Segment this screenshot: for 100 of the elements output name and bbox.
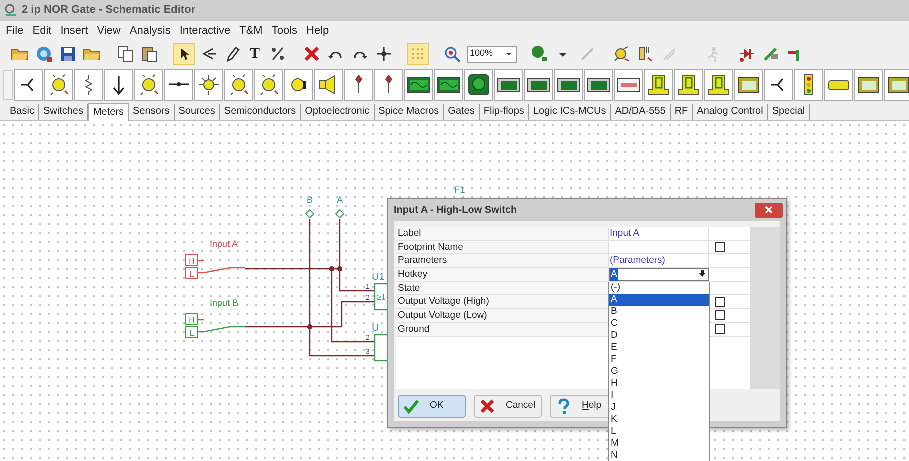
dropdown-arrow-icon[interactable]: [699, 270, 706, 278]
component-button[interactable]: [854, 68, 883, 100]
component-button[interactable]: [734, 68, 763, 100]
hotkey-field[interactable]: A: [609, 268, 709, 281]
cancel-button[interactable]: Cancel: [474, 395, 542, 418]
terminal-label: L: [190, 270, 194, 279]
component-tab[interactable]: Sensors: [129, 104, 175, 120]
component-button[interactable]: [824, 68, 853, 100]
component-button[interactable]: [194, 68, 223, 100]
menu-item[interactable]: Analysis: [130, 22, 171, 40]
component-button[interactable]: [134, 68, 163, 100]
probe-icon[interactable]: [530, 45, 548, 63]
connector-icon: [168, 82, 188, 87]
component-button[interactable]: [104, 68, 133, 100]
dropdown-option[interactable]: G: [609, 366, 709, 378]
component-tab[interactable]: Flip-flops: [480, 104, 530, 120]
dropdown-option[interactable]: F: [609, 354, 709, 366]
menu-item[interactable]: T&M: [240, 22, 263, 40]
component-button[interactable]: [614, 68, 643, 100]
component-button[interactable]: [344, 68, 373, 100]
checkbox[interactable]: [715, 310, 725, 320]
meter-icon[interactable]: [612, 45, 630, 63]
switch-label: Input B: [210, 298, 239, 308]
copy-icon[interactable]: [117, 45, 135, 63]
component-button[interactable]: [254, 68, 283, 100]
component-button[interactable]: [374, 68, 403, 100]
component-button[interactable]: [764, 68, 793, 100]
probe-terminal-icon: [305, 209, 315, 219]
component-button[interactable]: [224, 68, 253, 100]
component-tab[interactable]: Spice Macros: [374, 104, 444, 120]
probe-label: A: [337, 195, 343, 205]
ok-button[interactable]: OK: [398, 395, 466, 418]
checkbox[interactable]: [715, 242, 725, 252]
menu-item[interactable]: Interactive: [180, 22, 231, 40]
component-button[interactable]: [704, 68, 733, 100]
paste-icon[interactable]: [141, 45, 159, 63]
dropdown-option[interactable]: B: [609, 306, 709, 318]
probe-label: B: [307, 195, 313, 205]
menu-item[interactable]: Insert: [60, 22, 88, 40]
junction-icon[interactable]: [375, 45, 393, 63]
dropdown-option[interactable]: C: [609, 318, 709, 330]
component-button[interactable]: [164, 68, 193, 100]
menu-item[interactable]: Edit: [32, 22, 52, 40]
component-tab[interactable]: Semiconductors: [220, 104, 302, 120]
component-tab[interactable]: Special: [768, 104, 810, 120]
checkbox[interactable]: [715, 324, 725, 334]
component-button[interactable]: [674, 68, 703, 100]
dropdown-option[interactable]: L: [609, 426, 709, 438]
component-button[interactable]: [44, 68, 73, 100]
switch-label: Input A: [210, 239, 238, 249]
component-button[interactable]: [794, 68, 823, 100]
component-tab[interactable]: Analog Control: [693, 104, 768, 120]
component-button[interactable]: [554, 68, 583, 100]
component-tab[interactable]: Logic ICs-MCUs: [529, 104, 612, 120]
component-tab[interactable]: Optoelectronic: [301, 104, 375, 120]
component-tab[interactable]: AD/DA-555: [611, 104, 671, 120]
text-tool[interactable]: T: [244, 42, 266, 66]
component-tab[interactable]: Meters: [88, 103, 130, 121]
dropdown-option[interactable]: M: [609, 438, 709, 450]
checkbox[interactable]: [715, 296, 725, 307]
window-title: 2 ip NOR Gate - Schematic Editor: [22, 3, 196, 18]
menu-item[interactable]: File: [6, 22, 24, 40]
dropdown-option[interactable]: D: [609, 330, 709, 342]
component-button[interactable]: [74, 68, 103, 100]
globe-icon[interactable]: [35, 45, 53, 63]
floppy-icon[interactable]: [59, 45, 77, 63]
menu-item[interactable]: Help: [306, 22, 330, 40]
dropdown-option[interactable]: N: [609, 450, 709, 461]
component-button[interactable]: [494, 68, 523, 100]
component-button[interactable]: [884, 68, 909, 100]
dropdown-option[interactable]: (-): [609, 282, 709, 294]
dropdown-option[interactable]: A: [609, 294, 709, 306]
component-button[interactable]: [404, 68, 433, 100]
probe-terminal-icon: [335, 209, 345, 219]
dropdown-option[interactable]: H: [609, 378, 709, 390]
select-button[interactable]: [173, 43, 195, 65]
component-button[interactable]: [284, 68, 313, 100]
property-value: Input A: [609, 227, 709, 240]
menu-item[interactable]: Tools: [272, 22, 298, 40]
component-tab[interactable]: Gates: [444, 104, 480, 120]
component-button[interactable]: [584, 68, 613, 100]
zoom-dropdown[interactable]: 100%: [467, 46, 517, 62]
zoom-icon[interactable]: [443, 45, 461, 63]
component-button[interactable]: [434, 68, 463, 100]
close-button[interactable]: [755, 202, 783, 218]
component-button[interactable]: [314, 68, 343, 100]
seven-segment-icon: [706, 72, 730, 96]
component-button[interactable]: [14, 68, 43, 100]
fraction-icon[interactable]: [269, 45, 287, 63]
component-button[interactable]: [644, 68, 673, 100]
dropdown-option[interactable]: E: [609, 342, 709, 354]
property-name: State: [396, 282, 609, 294]
probe-icon: [354, 75, 362, 94]
delete-icon[interactable]: [303, 45, 321, 63]
component-tab[interactable]: RF: [670, 104, 694, 120]
component-tab[interactable]: Sources: [174, 104, 220, 120]
component-tab[interactable]: Basic: [6, 104, 40, 120]
menu-item[interactable]: View: [97, 22, 121, 40]
component-button[interactable]: [524, 68, 553, 100]
component-button[interactable]: [464, 68, 493, 100]
